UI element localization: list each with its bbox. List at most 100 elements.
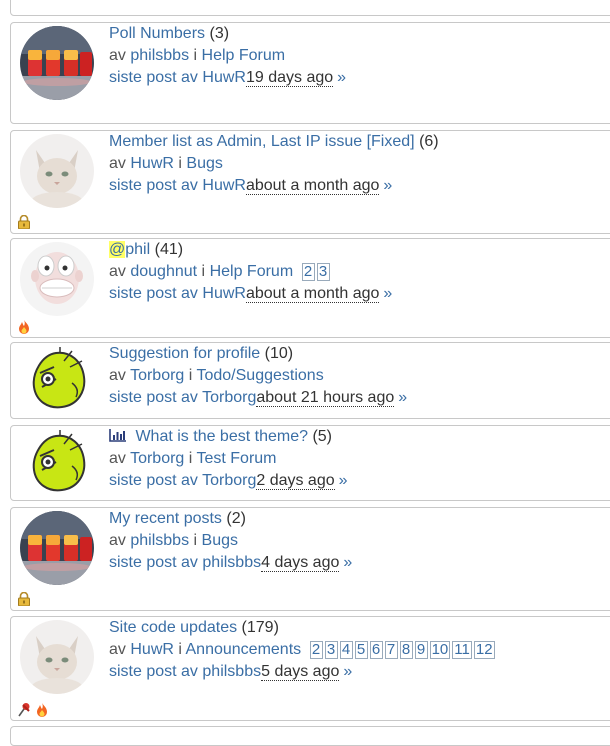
forum-link[interactable]: Announcements xyxy=(186,641,302,658)
page-link[interactable]: 12 xyxy=(473,641,495,659)
go-to-last-post[interactable]: » xyxy=(339,472,348,489)
last-author-link[interactable]: Torborg xyxy=(202,472,256,489)
in-label: i xyxy=(178,155,182,172)
in-label: i xyxy=(193,47,198,64)
by-label: av xyxy=(109,263,126,280)
last-post-time[interactable]: 5 days ago xyxy=(261,663,340,681)
by-label: av xyxy=(109,641,126,658)
mention-highlight: @ xyxy=(109,241,126,258)
lock-icon xyxy=(17,591,31,607)
topic-meta-line: av HuwR i Bugs xyxy=(109,153,439,175)
last-post-label: siste post av xyxy=(109,472,198,489)
status-icons xyxy=(17,214,31,233)
page-link[interactable]: 3 xyxy=(324,641,338,659)
author-link[interactable]: philsbbs xyxy=(130,532,189,549)
topic-card-partial xyxy=(10,726,610,746)
page-link[interactable]: 7 xyxy=(384,641,398,659)
reply-count: (3) xyxy=(209,25,230,42)
topic-title-line: Site code updates (179) xyxy=(109,617,497,639)
topic-title-link[interactable]: What is the best theme? xyxy=(135,428,308,445)
forum-link[interactable]: Help Forum xyxy=(210,263,294,280)
last-post-line: siste post av philsbbs5 days ago» xyxy=(109,661,497,683)
page-link[interactable]: 10 xyxy=(429,641,451,659)
last-author-link[interactable]: HuwR xyxy=(202,285,246,302)
topic-card: My recent posts (2) av philsbbs i Bugs s… xyxy=(10,507,610,611)
page-link[interactable]: 6 xyxy=(369,641,383,659)
in-label: i xyxy=(201,263,206,280)
topic-meta-line: av HuwR i Announcements 2 3 4 5 6 7 8 9 10 11 12 xyxy=(109,639,497,661)
go-to-last-post[interactable]: » xyxy=(398,389,407,406)
topic-title-link[interactable]: Suggestion for profile xyxy=(109,345,260,362)
go-to-last-post[interactable]: » xyxy=(383,285,392,302)
forum-link[interactable]: Todo/Suggestions xyxy=(196,367,323,384)
last-post-time[interactable]: 2 days ago xyxy=(256,472,335,490)
fire-icon xyxy=(17,319,31,335)
topic-title-link[interactable]: Poll Numbers xyxy=(109,25,205,42)
topic-title-line: My recent posts (2) xyxy=(109,508,352,530)
topic-info: Site code updates (179) av HuwR i Announ… xyxy=(109,617,497,683)
topic-card: Site code updates (179) av HuwR i Announ… xyxy=(10,616,610,721)
status-icons xyxy=(17,319,31,339)
author-link[interactable]: Torborg xyxy=(130,367,184,384)
topic-info: My recent posts (2) av philsbbs i Bugs s… xyxy=(109,508,352,574)
author-link[interactable]: HuwR xyxy=(130,641,174,658)
topic-meta-line: av Torborg i Test Forum xyxy=(109,448,348,470)
avatar[interactable] xyxy=(20,511,94,585)
page-link[interactable]: 3 xyxy=(316,263,330,281)
last-post-time[interactable]: 19 days ago xyxy=(245,69,334,87)
topic-meta-line: av philsbbs i Bugs xyxy=(109,530,352,552)
forum-link[interactable]: Bugs xyxy=(202,532,238,549)
reply-count: (41) xyxy=(154,241,184,258)
last-post-time[interactable]: about a month ago xyxy=(245,285,380,303)
last-author-link[interactable]: Torborg xyxy=(202,389,256,406)
last-post-time[interactable]: about 21 hours ago xyxy=(256,389,395,407)
go-to-last-post[interactable]: » xyxy=(343,663,352,680)
topic-title-link[interactable]: My recent posts xyxy=(109,510,222,527)
topic-title-link[interactable]: Site code updates xyxy=(109,619,237,636)
page-links: 2 3 4 5 6 7 8 9 10 11 12 xyxy=(309,639,497,661)
by-label: av xyxy=(109,532,126,549)
by-label: av xyxy=(109,47,126,64)
lock-icon xyxy=(17,214,31,230)
last-author-link[interactable]: philsbbs xyxy=(202,663,261,680)
page-link[interactable]: 5 xyxy=(354,641,368,659)
page-link[interactable]: 2 xyxy=(309,641,323,659)
avatar[interactable] xyxy=(20,134,94,208)
author-link[interactable]: philsbbs xyxy=(130,47,189,64)
forum-link[interactable]: Test Forum xyxy=(196,450,276,467)
page-link[interactable]: 9 xyxy=(414,641,428,659)
go-to-last-post[interactable]: » xyxy=(337,69,346,86)
last-post-time[interactable]: about a month ago xyxy=(245,177,380,195)
topic-card-partial xyxy=(10,0,610,16)
page-link[interactable]: 4 xyxy=(339,641,353,659)
by-label: av xyxy=(109,450,126,467)
author-link[interactable]: HuwR xyxy=(130,155,174,172)
in-label: i xyxy=(188,367,193,384)
page-link[interactable]: 8 xyxy=(399,641,413,659)
last-post-time[interactable]: 4 days ago xyxy=(261,554,340,572)
last-post-label: siste post av xyxy=(109,69,198,86)
avatar[interactable] xyxy=(20,343,94,417)
page-link[interactable]: 11 xyxy=(452,641,472,659)
last-author-link[interactable]: HuwR xyxy=(202,69,246,86)
avatar[interactable] xyxy=(20,26,94,100)
topic-info: Suggestion for profile (10) av Torborg i… xyxy=(109,343,407,409)
forum-link[interactable]: Bugs xyxy=(186,155,222,172)
last-author-link[interactable]: philsbbs xyxy=(202,554,261,571)
avatar[interactable] xyxy=(20,242,94,316)
author-link[interactable]: Torborg xyxy=(130,450,184,467)
poll-chart-icon xyxy=(109,427,126,449)
topic-title-line: Suggestion for profile (10) xyxy=(109,343,407,365)
topic-title-link[interactable]: phil xyxy=(125,241,150,258)
go-to-last-post[interactable]: » xyxy=(383,177,392,194)
last-author-link[interactable]: HuwR xyxy=(202,177,246,194)
go-to-last-post[interactable]: » xyxy=(343,554,352,571)
page-links: 23 xyxy=(301,261,332,283)
topic-title-link[interactable]: Member list as Admin, Last IP issue [Fix… xyxy=(109,133,415,150)
author-link[interactable]: doughnut xyxy=(130,263,197,280)
forum-link[interactable]: Help Forum xyxy=(202,47,286,64)
avatar[interactable] xyxy=(20,620,94,694)
reply-count: (10) xyxy=(264,345,294,362)
page-link[interactable]: 2 xyxy=(301,263,315,281)
avatar[interactable] xyxy=(20,426,94,500)
